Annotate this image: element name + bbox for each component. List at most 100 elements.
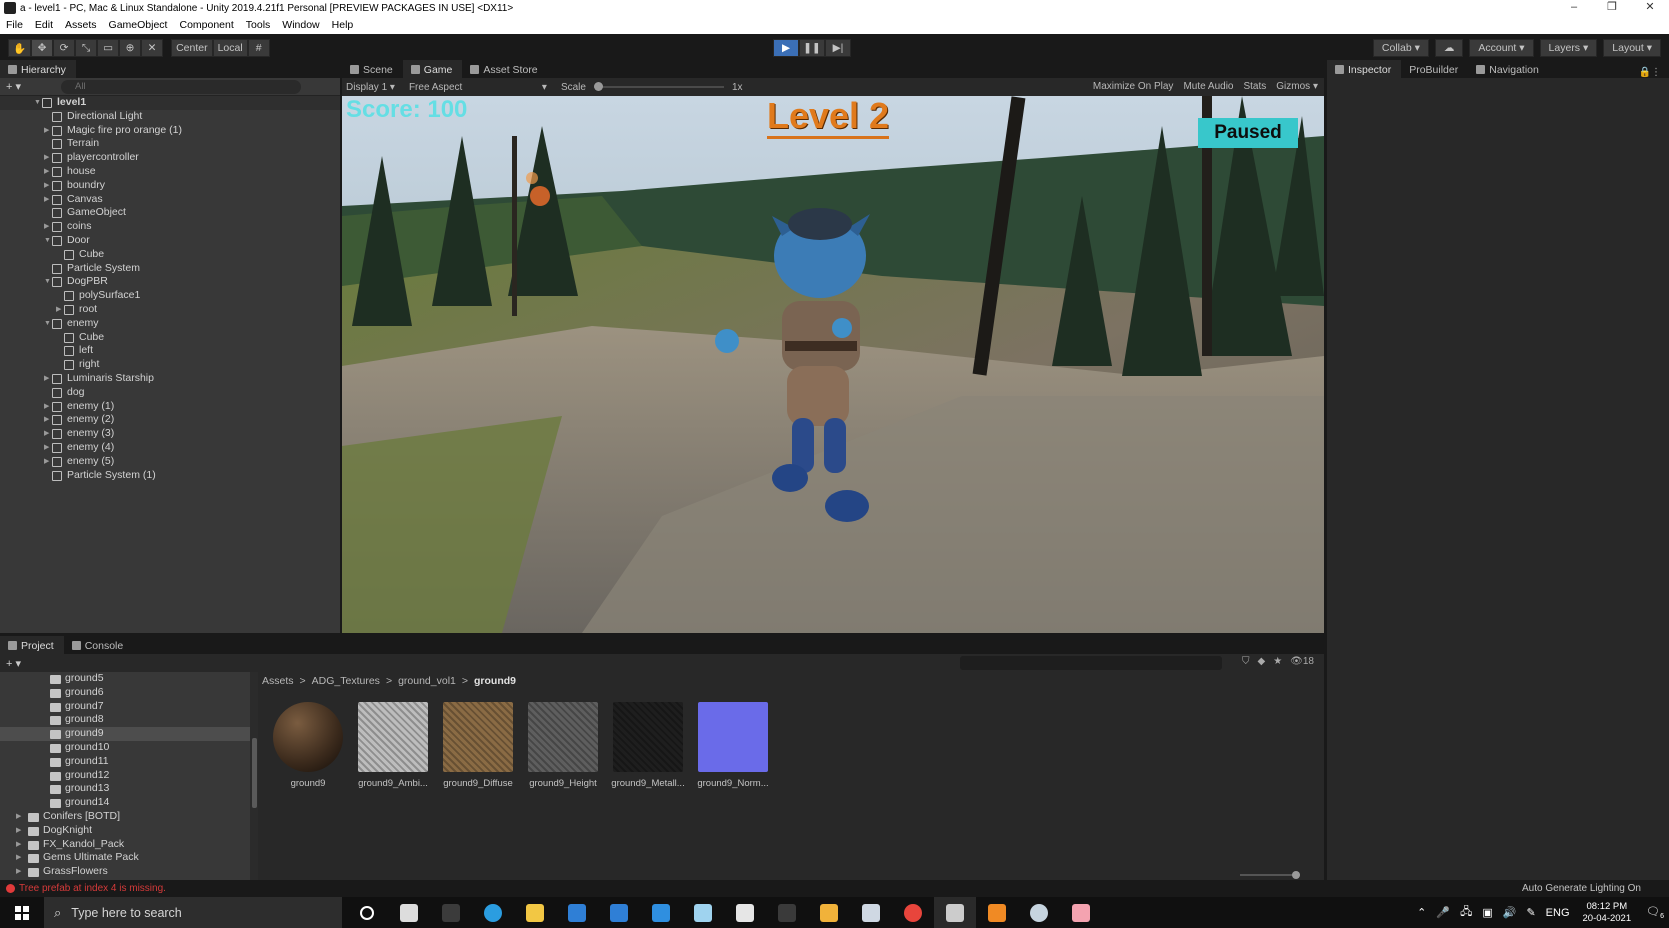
aspect-dropdown[interactable]: Free Aspect ▾ bbox=[409, 82, 547, 93]
filter-label-icon[interactable]: ◆ bbox=[1258, 656, 1266, 667]
collapse-arrow-icon[interactable]: ▼ bbox=[44, 234, 51, 248]
hierarchy-item[interactable]: ▶ enemy (2) bbox=[0, 413, 340, 427]
hierarchy-item[interactable]: ▼ Door bbox=[0, 234, 340, 248]
breadcrumb-assets[interactable]: Assets bbox=[262, 672, 294, 690]
menu-window[interactable]: Window bbox=[276, 19, 325, 31]
todo-icon[interactable] bbox=[640, 897, 682, 928]
microphone-icon[interactable]: 🎤 bbox=[1436, 906, 1450, 919]
camera-icon[interactable]: ▣ bbox=[1482, 906, 1492, 919]
display-dropdown[interactable]: Display 1 ▾ bbox=[346, 82, 395, 93]
expand-arrow-icon[interactable]: ▶ bbox=[44, 441, 49, 455]
paint3d-icon[interactable] bbox=[682, 897, 724, 928]
folder-item[interactable]: ground12 bbox=[0, 769, 252, 783]
hierarchy-item[interactable]: Cube bbox=[0, 331, 340, 345]
expand-arrow-icon[interactable]: ▶ bbox=[44, 220, 49, 234]
hierarchy-item[interactable]: ▶ enemy (4) bbox=[0, 441, 340, 455]
folder-item[interactable]: ▶ Gems Ultimate Pack bbox=[0, 851, 252, 865]
folder-scrollbar-thumb[interactable] bbox=[252, 738, 257, 808]
hand-tool-icon[interactable]: ✋ bbox=[8, 39, 32, 57]
collapse-arrow-icon[interactable]: ▼ bbox=[44, 275, 51, 289]
pivot-center-button[interactable]: Center bbox=[171, 39, 213, 57]
expand-arrow-icon[interactable]: ▶ bbox=[44, 400, 49, 414]
expand-arrow-icon[interactable]: ▼ bbox=[34, 96, 41, 110]
custom-tool-icon[interactable]: ✕ bbox=[141, 39, 164, 57]
unity-hub-icon[interactable] bbox=[724, 897, 766, 928]
favorite-icon[interactable]: ★ bbox=[1273, 656, 1282, 667]
tab-project[interactable]: Project bbox=[0, 636, 64, 654]
hierarchy-item[interactable]: Directional Light bbox=[0, 110, 340, 124]
snip-icon[interactable] bbox=[850, 897, 892, 928]
paused-button[interactable]: Paused bbox=[1198, 118, 1298, 148]
game-viewport[interactable]: Score: 100 Level 2 Paused bbox=[342, 96, 1324, 633]
gizmos-dropdown[interactable]: Gizmos ▾ bbox=[1276, 81, 1318, 92]
mute-audio-toggle[interactable]: Mute Audio bbox=[1183, 81, 1233, 92]
collapse-arrow-icon[interactable]: ▼ bbox=[44, 317, 51, 331]
scene-row[interactable]: ▼ level1 bbox=[0, 96, 340, 110]
hierarchy-item[interactable]: dog bbox=[0, 386, 340, 400]
taskbar-search-input[interactable]: ⌕ Type here to search bbox=[44, 897, 342, 928]
folder-item[interactable]: ground8 bbox=[0, 713, 252, 727]
steam-icon[interactable] bbox=[1018, 897, 1060, 928]
tab-hierarchy[interactable]: Hierarchy bbox=[0, 60, 76, 78]
hierarchy-item[interactable]: ▶ Magic fire pro orange (1) bbox=[0, 124, 340, 138]
folder-item[interactable]: ▶ FX_Kandol_Pack bbox=[0, 838, 252, 852]
expand-arrow-icon[interactable]: ▶ bbox=[44, 372, 49, 386]
menu-assets[interactable]: Assets bbox=[59, 19, 103, 31]
step-icon[interactable]: ▶| bbox=[825, 39, 851, 57]
thumbnail-size-slider[interactable] bbox=[1240, 871, 1300, 879]
asset-item[interactable]: ground9_Height bbox=[527, 702, 599, 789]
collab-button[interactable]: Collab ▾ bbox=[1372, 39, 1429, 57]
menu-component[interactable]: Component bbox=[173, 19, 239, 31]
sublime-icon[interactable] bbox=[976, 897, 1018, 928]
tab-game[interactable]: Game bbox=[402, 60, 463, 78]
volume-icon[interactable]: 🔊 bbox=[1503, 906, 1517, 919]
minimize-button[interactable]: – bbox=[1555, 0, 1593, 16]
hierarchy-item[interactable]: ▶ boundry bbox=[0, 179, 340, 193]
scale-tool-icon[interactable]: ⤡ bbox=[75, 39, 98, 57]
lock-icon[interactable]: 🔒⋮ bbox=[1639, 67, 1661, 78]
mail-icon[interactable] bbox=[598, 897, 640, 928]
tab-scene[interactable]: Scene bbox=[342, 60, 403, 78]
hierarchy-item[interactable]: GameObject bbox=[0, 206, 340, 220]
terminal2-icon[interactable] bbox=[766, 897, 808, 928]
thumbnail-size-knob[interactable] bbox=[1292, 871, 1300, 879]
restore-button[interactable]: ❐ bbox=[1593, 0, 1631, 16]
hierarchy-item[interactable]: ▶ coins bbox=[0, 220, 340, 234]
store-icon[interactable] bbox=[556, 897, 598, 928]
expand-arrow-icon[interactable]: ▶ bbox=[44, 124, 49, 138]
pause-icon[interactable]: ❚❚ bbox=[799, 39, 825, 57]
project-search-input[interactable] bbox=[960, 656, 1222, 670]
hierarchy-item[interactable]: ▶ playercontroller bbox=[0, 151, 340, 165]
expand-arrow-icon[interactable]: ▶ bbox=[16, 824, 21, 838]
expand-arrow-icon[interactable]: ▶ bbox=[16, 838, 21, 852]
unity-icon[interactable] bbox=[934, 897, 976, 928]
hierarchy-item[interactable]: right bbox=[0, 358, 340, 372]
notifications-icon[interactable]: 🗨6 bbox=[1646, 905, 1664, 920]
expand-arrow-icon[interactable]: ▶ bbox=[44, 455, 49, 469]
hierarchy-item[interactable]: Terrain bbox=[0, 137, 340, 151]
hierarchy-item[interactable]: ▶ Canvas bbox=[0, 193, 340, 207]
tab-navigation[interactable]: Navigation bbox=[1468, 60, 1549, 78]
network-icon[interactable]: 🖧 bbox=[1460, 903, 1472, 922]
filter-type-icon[interactable]: ⛉ bbox=[1242, 656, 1250, 667]
clock[interactable]: 08:12 PM 20-04-2021 bbox=[1583, 901, 1632, 925]
expand-arrow-icon[interactable]: ▶ bbox=[44, 413, 49, 427]
hierarchy-item[interactable]: Particle System (1) bbox=[0, 469, 340, 483]
hierarchy-search-input[interactable]: All bbox=[61, 79, 302, 94]
folder-item[interactable]: ground6 bbox=[0, 686, 252, 700]
folder-item[interactable]: ▶ Conifers [BOTD] bbox=[0, 810, 252, 824]
expand-arrow-icon[interactable]: ▶ bbox=[44, 427, 49, 441]
hierarchy-item[interactable]: ▶ enemy (3) bbox=[0, 427, 340, 441]
expand-arrow-icon[interactable]: ▶ bbox=[56, 303, 61, 317]
folder-scrollbar[interactable] bbox=[250, 672, 258, 880]
asset-item[interactable]: ground9_Ambi... bbox=[357, 702, 429, 789]
hierarchy-item[interactable]: Particle System bbox=[0, 262, 340, 276]
add-object-button[interactable]: + ▾ bbox=[6, 80, 21, 93]
play-icon[interactable]: ▶ bbox=[773, 39, 799, 57]
hierarchy-item[interactable]: ▶ Luminaris Starship bbox=[0, 372, 340, 386]
chrome-icon[interactable] bbox=[892, 897, 934, 928]
error-message[interactable]: Tree prefab at index 4 is missing. bbox=[6, 883, 166, 894]
folder-item[interactable]: ground10 bbox=[0, 741, 252, 755]
language-indicator[interactable]: ENG bbox=[1546, 907, 1570, 919]
expand-arrow-icon[interactable]: ▶ bbox=[44, 151, 49, 165]
